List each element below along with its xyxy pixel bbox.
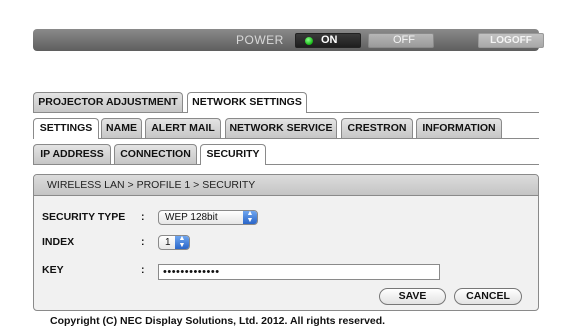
security-panel: WIRELESS LAN > PROFILE 1 > SECURITY SECU… xyxy=(33,174,539,311)
key-field[interactable]: ••••••••••••• xyxy=(158,264,440,280)
cancel-button[interactable]: CANCEL xyxy=(454,288,522,305)
settings-tabs-baseline xyxy=(33,164,539,165)
index-colon: : xyxy=(141,236,145,248)
power-off-label: OFF xyxy=(393,34,415,46)
tab-alert-mail[interactable]: ALERT MAIL xyxy=(145,118,221,138)
tab-label: CONNECTION xyxy=(120,148,191,160)
power-bar: POWER ON OFF LOGOFF xyxy=(33,29,544,51)
stepper-arrows-icon: ▲ ▼ xyxy=(243,210,257,224)
tab-settings[interactable]: SETTINGS xyxy=(33,118,99,139)
tab-security[interactable]: SECURITY xyxy=(200,144,266,165)
power-indicator-icon xyxy=(305,37,313,45)
key-label: KEY xyxy=(42,264,64,276)
tab-label: INFORMATION xyxy=(422,122,496,134)
tab-crestron[interactable]: CRESTRON xyxy=(341,118,413,138)
security-type-value: WEP 128bit xyxy=(165,212,218,223)
sub-tabs-baseline xyxy=(33,138,539,139)
security-type-label: SECURITY TYPE xyxy=(42,211,126,223)
security-type-colon: : xyxy=(141,211,145,223)
stepper-arrows-icon: ▲ ▼ xyxy=(175,235,189,249)
tab-label: NAME xyxy=(106,122,137,134)
power-on-label: ON xyxy=(321,34,338,46)
logoff-button[interactable]: LOGOFF xyxy=(478,33,544,48)
key-colon: : xyxy=(141,264,145,276)
tab-label: NETWORK SERVICE xyxy=(229,122,333,134)
tab-label: IP ADDRESS xyxy=(40,148,104,160)
tab-connection[interactable]: CONNECTION xyxy=(114,144,197,164)
index-select[interactable]: 1 ▲ ▼ xyxy=(158,235,190,250)
power-on-button[interactable]: ON xyxy=(295,33,361,48)
tab-label: ALERT MAIL xyxy=(151,122,215,134)
tab-information[interactable]: INFORMATION xyxy=(416,118,502,138)
tab-name[interactable]: NAME xyxy=(101,118,142,138)
index-value: 1 xyxy=(165,237,171,248)
security-type-select[interactable]: WEP 128bit ▲ ▼ xyxy=(158,210,258,225)
tab-projector-adjustment[interactable]: PROJECTOR ADJUSTMENT xyxy=(33,92,183,112)
logoff-label: LOGOFF xyxy=(490,35,532,46)
copyright-text: Copyright (C) NEC Display Solutions, Ltd… xyxy=(50,315,386,327)
breadcrumb: WIRELESS LAN > PROFILE 1 > SECURITY xyxy=(34,175,538,196)
tab-network-service[interactable]: NETWORK SERVICE xyxy=(225,118,337,138)
tab-label: NETWORK SETTINGS xyxy=(192,96,302,108)
tab-network-settings[interactable]: NETWORK SETTINGS xyxy=(187,92,307,113)
tab-label: CRESTRON xyxy=(347,122,407,134)
index-label: INDEX xyxy=(42,236,75,248)
save-button[interactable]: SAVE xyxy=(379,288,446,305)
tab-label: SECURITY xyxy=(206,148,260,160)
power-off-button[interactable]: OFF xyxy=(368,33,434,48)
tab-ip-address[interactable]: IP ADDRESS xyxy=(33,144,111,164)
tab-label: SETTINGS xyxy=(39,122,93,134)
power-label: POWER xyxy=(236,33,284,47)
tab-label: PROJECTOR ADJUSTMENT xyxy=(38,96,178,108)
